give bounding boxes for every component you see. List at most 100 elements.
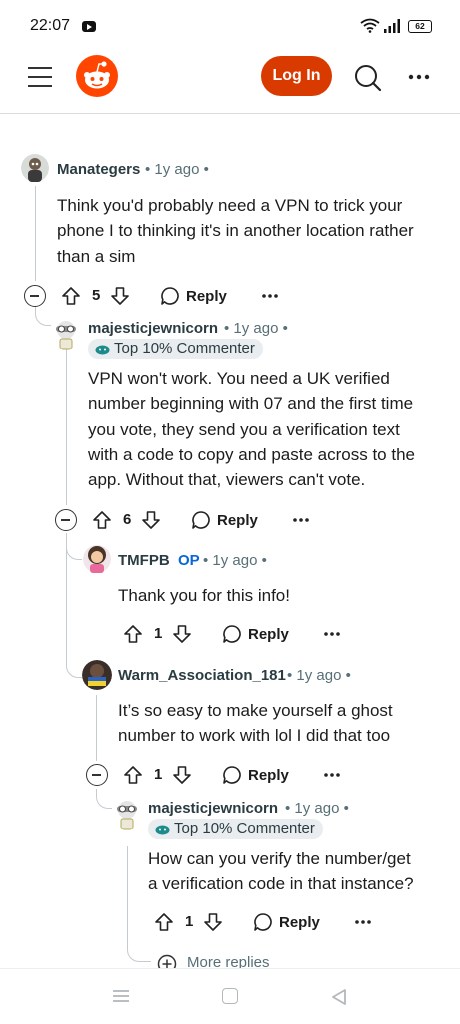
vote-count: 1 [154,625,163,642]
comment-body: How can you verify the number/get a veri… [148,846,453,897]
flair-text: Top 10% Commenter [114,340,255,357]
thread-line [96,695,97,761]
vote-count: 1 [185,913,194,930]
avatar-image [21,154,49,182]
upvote-icon[interactable] [123,760,143,790]
thread-line [96,789,112,809]
comment-timestamp: • 1y ago • [203,552,267,569]
comment-timestamp: • 1y ago • [145,161,209,178]
battery-icon: 62 [408,20,432,33]
youtube-notification-icon [82,21,96,32]
thread-line [66,348,67,505]
status-bar: 22:07 62 [0,0,460,52]
vote-count: 1 [154,766,163,783]
more-icon[interactable] [408,74,430,80]
flair-badge: Top 10% Commenter [148,819,323,839]
flair-badge: Top 10% Commenter [88,339,263,359]
login-button[interactable]: Log In [261,56,332,96]
avatar[interactable] [52,318,80,350]
reply-icon [254,913,272,931]
upvote-icon[interactable] [92,505,112,535]
comment-text-line: you vote, they send you a verification t… [88,419,400,439]
comment-text-line: It’s so easy to make yourself a ghost [118,701,393,720]
search-icon[interactable] [354,64,382,92]
op-badge: OP [178,552,200,569]
comment-text-line: number beginning with 07 and the first t… [88,394,414,414]
reply-icon [223,766,241,784]
avatar-image [82,660,112,690]
flair-icon [95,345,110,355]
upvote-icon[interactable] [61,281,81,311]
upvote-icon[interactable] [154,907,174,937]
menu-icon[interactable] [28,67,54,89]
comment-more-icon[interactable] [324,632,340,636]
collapse-thread-button[interactable] [55,509,77,531]
comment-timestamp: • 1y ago • [285,800,349,817]
thread-line [35,186,36,281]
reply-button[interactable]: Reply [191,505,258,535]
reply-label: Reply [279,913,320,931]
avatar[interactable] [82,660,112,690]
username[interactable]: Warm_Association_181 [118,667,286,684]
comment-actions: 1 Reply [86,760,346,790]
reply-button[interactable]: Reply [222,760,289,790]
back-icon[interactable] [330,988,348,1006]
reply-button[interactable]: Reply [222,619,289,649]
avatar[interactable] [83,543,111,574]
vote-count: 5 [92,287,101,304]
reply-icon [161,287,179,305]
reply-button[interactable]: Reply [253,907,320,937]
comment-text-line: with a code to copy and paste across to … [88,444,415,464]
comment-timestamp: • 1y ago • [287,667,351,684]
comment-text-line: than a sim [57,246,136,266]
reply-icon [192,511,210,529]
reply-icon [223,625,241,643]
reply-label: Reply [186,287,227,305]
thread-line [66,658,82,678]
reddit-logo-icon[interactable] [76,55,118,97]
reply-button[interactable]: Reply [160,281,227,311]
avatar[interactable] [21,153,49,183]
comment-more-icon[interactable] [262,294,278,298]
comment-text-line: number to work with lol I did that too [118,726,391,746]
username[interactable]: TMFPB [118,552,170,569]
flair-text: Top 10% Commenter [174,820,315,837]
comment-text-line: a verification code in that instance? [148,874,414,894]
downvote-icon[interactable] [172,760,192,790]
upvote-icon[interactable] [123,619,143,649]
reply-label: Reply [217,511,258,529]
thread-line [66,540,82,560]
comment-more-icon[interactable] [293,518,309,522]
comment-more-icon[interactable] [324,773,340,777]
wifi-icon [360,18,380,33]
reply-label: Reply [248,625,289,643]
home-icon[interactable] [222,988,238,1004]
collapse-thread-button[interactable] [86,764,108,786]
downvote-icon[interactable] [172,619,192,649]
username[interactable]: majesticjewnicorn [148,800,278,817]
comment-text-line: Thank you for this info! [118,586,290,605]
avatar[interactable] [113,798,141,830]
comment-actions: 6 Reply [55,505,315,535]
avatar-image [56,321,76,350]
comment-actions: 5 Reply [24,281,284,311]
signal-icon [384,19,400,33]
downvote-icon[interactable] [110,281,130,311]
collapse-thread-button[interactable] [24,285,46,307]
comment-text-line: Think you'd probably need a VPN to trick… [57,196,403,215]
comment-body: VPN won't work. You need a UK verified n… [88,366,453,492]
app-header: Log In [0,52,460,114]
comment-text-line: How can you verify the number/get [148,849,411,868]
comment-actions: 1 Reply [86,619,346,649]
comment-body: Thank you for this info! [118,583,448,608]
comment-text-line: VPN won't work. You need a UK verified [88,369,390,388]
comment-more-icon[interactable] [355,920,371,924]
flair-icon [155,825,170,835]
downvote-icon[interactable] [141,505,161,535]
status-time: 22:07 [30,17,71,34]
vote-count: 6 [123,511,132,528]
username[interactable]: Manategers [57,161,140,178]
recent-apps-icon[interactable] [112,989,130,1003]
downvote-icon[interactable] [203,907,223,937]
username[interactable]: majesticjewnicorn [88,320,218,337]
